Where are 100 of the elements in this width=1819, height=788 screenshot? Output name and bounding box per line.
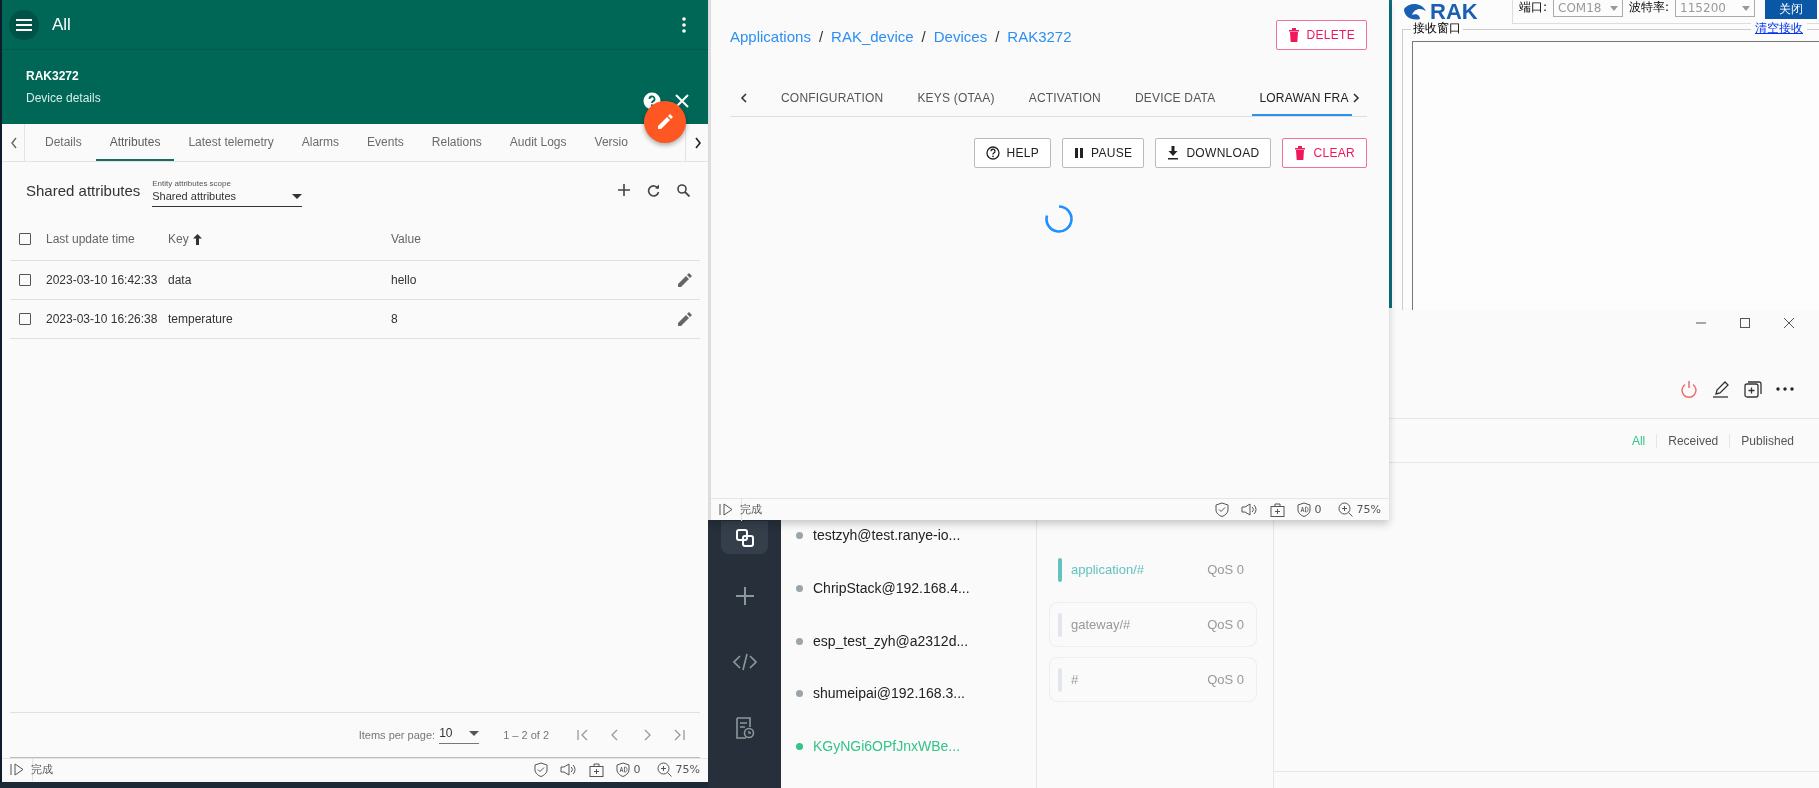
- pause-icon: [1074, 147, 1085, 159]
- connections-icon[interactable]: [721, 521, 768, 554]
- trash-icon: [1294, 146, 1307, 160]
- sidebar-toggle-icon[interactable]: [10, 763, 24, 776]
- pencil-icon[interactable]: [678, 273, 692, 287]
- connection-item[interactable]: esp_test_zyh@a2312d...: [781, 629, 1036, 683]
- breadcrumb-separator: /: [995, 28, 1000, 45]
- search-icon[interactable]: [677, 183, 690, 197]
- topic-label: #: [1071, 672, 1080, 687]
- caret-icon: [292, 193, 303, 199]
- tab[interactable]: Events: [353, 124, 418, 161]
- checkbox[interactable]: [19, 233, 31, 245]
- first-page-icon[interactable]: [577, 729, 589, 741]
- logo-icon: [1402, 3, 1428, 21]
- tab[interactable]: Versio: [580, 124, 632, 161]
- tab[interactable]: Relations: [417, 124, 496, 161]
- column-header[interactable]: Key: [168, 232, 391, 246]
- help-button[interactable]: HELP: [973, 138, 1052, 168]
- chevron-right-icon[interactable]: [694, 136, 702, 149]
- tab[interactable]: Alarms: [287, 124, 354, 161]
- caret-icon: [1610, 5, 1619, 11]
- ad-shield-icon[interactable]: [615, 762, 630, 777]
- close-port-button[interactable]: 关闭: [1765, 0, 1818, 19]
- ad-shield-icon[interactable]: [1296, 502, 1311, 517]
- last-page-icon[interactable]: [673, 729, 685, 741]
- zoom-level: 75%: [1356, 503, 1381, 516]
- breadcrumb-link[interactable]: RAK3272: [1007, 28, 1072, 45]
- breadcrumb-link[interactable]: Applications: [730, 28, 811, 45]
- page-title: All: [52, 14, 72, 35]
- more-icon[interactable]: [1776, 386, 1794, 392]
- code-icon[interactable]: [732, 652, 757, 672]
- tab[interactable]: Details: [31, 124, 96, 161]
- sidebar-toggle-icon[interactable]: [719, 503, 733, 516]
- tab[interactable]: Audit Logs: [495, 124, 581, 161]
- shield-icon[interactable]: [533, 762, 548, 777]
- page-size-select[interactable]: 10: [439, 726, 480, 744]
- plus-icon[interactable]: [733, 585, 756, 607]
- refresh-icon[interactable]: [647, 183, 660, 197]
- tab[interactable]: LORAWAN FRA: [1252, 80, 1352, 116]
- page-range: 1 – 2 of 2: [503, 729, 549, 741]
- checkbox[interactable]: [19, 313, 31, 325]
- qos-label: QoS 0: [1207, 617, 1244, 632]
- caret-icon: [469, 730, 480, 736]
- ad-count: 0: [1314, 503, 1322, 516]
- scope-select[interactable]: Entity attributes scope Shared attributes: [152, 179, 303, 207]
- clear-link[interactable]: 清空接收: [1751, 20, 1807, 37]
- tab[interactable]: Attributes: [95, 124, 175, 161]
- briefcase-icon[interactable]: [588, 762, 604, 777]
- table-cell-text: 2023-03-10 16:42:33: [46, 273, 159, 287]
- pencil-icon: [656, 113, 674, 131]
- group-label: 接收窗口: [1411, 20, 1463, 37]
- breadcrumb-link[interactable]: Devices: [933, 28, 988, 45]
- tab[interactable]: ACTIVATION: [1011, 80, 1118, 116]
- new-window-icon[interactable]: [1744, 380, 1762, 398]
- filter-tab[interactable]: Published: [1730, 433, 1805, 448]
- more-icon[interactable]: [682, 16, 686, 33]
- chevron-left-icon[interactable]: [10, 136, 18, 149]
- tab[interactable]: CONFIGURATION: [764, 80, 901, 116]
- filter-tab[interactable]: Received: [1657, 433, 1730, 448]
- chevron-left-icon[interactable]: [740, 93, 748, 103]
- checkbox[interactable]: [19, 274, 31, 286]
- plus-icon[interactable]: [618, 184, 630, 196]
- table-cell-text: data: [168, 273, 193, 287]
- column-header[interactable]: Last update time: [46, 232, 168, 246]
- port-label: 端口:: [1519, 0, 1548, 14]
- speaker-icon[interactable]: [1240, 503, 1258, 516]
- power-icon[interactable]: [1680, 380, 1698, 398]
- connection-item[interactable]: testzyh@test.ranye-io...: [781, 524, 1036, 577]
- breadcrumb-link[interactable]: RAK_device: [831, 28, 914, 45]
- download-button[interactable]: DOWNLOAD: [1155, 138, 1272, 168]
- log-icon[interactable]: [734, 717, 755, 739]
- edit-icon[interactable]: [1712, 380, 1730, 398]
- briefcase-icon[interactable]: [1269, 502, 1285, 517]
- breadcrumb-separator: /: [818, 28, 824, 45]
- delete-button[interactable]: DELETE: [1275, 20, 1367, 50]
- edit-button[interactable]: [644, 101, 686, 143]
- download-icon: [1167, 146, 1180, 160]
- tab[interactable]: Latest telemetry: [174, 124, 288, 161]
- column-header[interactable]: Value: [391, 232, 700, 246]
- table-cell-text: 2023-03-10 16:26:38: [46, 312, 159, 326]
- connection-item[interactable]: shumeipai@192.168.3...: [781, 682, 1036, 736]
- tab[interactable]: DEVICE DATA: [1117, 80, 1233, 116]
- zoom-in-icon[interactable]: [1337, 502, 1353, 517]
- tab[interactable]: KEYS (OTAA): [900, 80, 1012, 116]
- pencil-icon[interactable]: [678, 312, 692, 326]
- chevron-right-icon[interactable]: [1351, 93, 1360, 103]
- zoom-in-icon[interactable]: [656, 762, 672, 777]
- clear-button[interactable]: CLEAR: [1282, 138, 1367, 168]
- shield-icon[interactable]: [1214, 502, 1229, 517]
- help-icon: [985, 146, 1000, 160]
- close-icon[interactable]: [1783, 317, 1795, 329]
- speaker-icon[interactable]: [559, 763, 577, 776]
- breadcrumb-separator: /: [921, 28, 926, 45]
- connection-item[interactable]: ChripStack@192.168.4...: [781, 576, 1036, 630]
- maximize-icon[interactable]: [1739, 317, 1751, 329]
- menu-button[interactable]: [9, 9, 39, 40]
- menu-icon: [15, 17, 33, 32]
- zoom-level: 75%: [675, 763, 700, 776]
- ad-count: 0: [633, 763, 641, 776]
- pause-button[interactable]: PAUSE: [1062, 138, 1145, 168]
